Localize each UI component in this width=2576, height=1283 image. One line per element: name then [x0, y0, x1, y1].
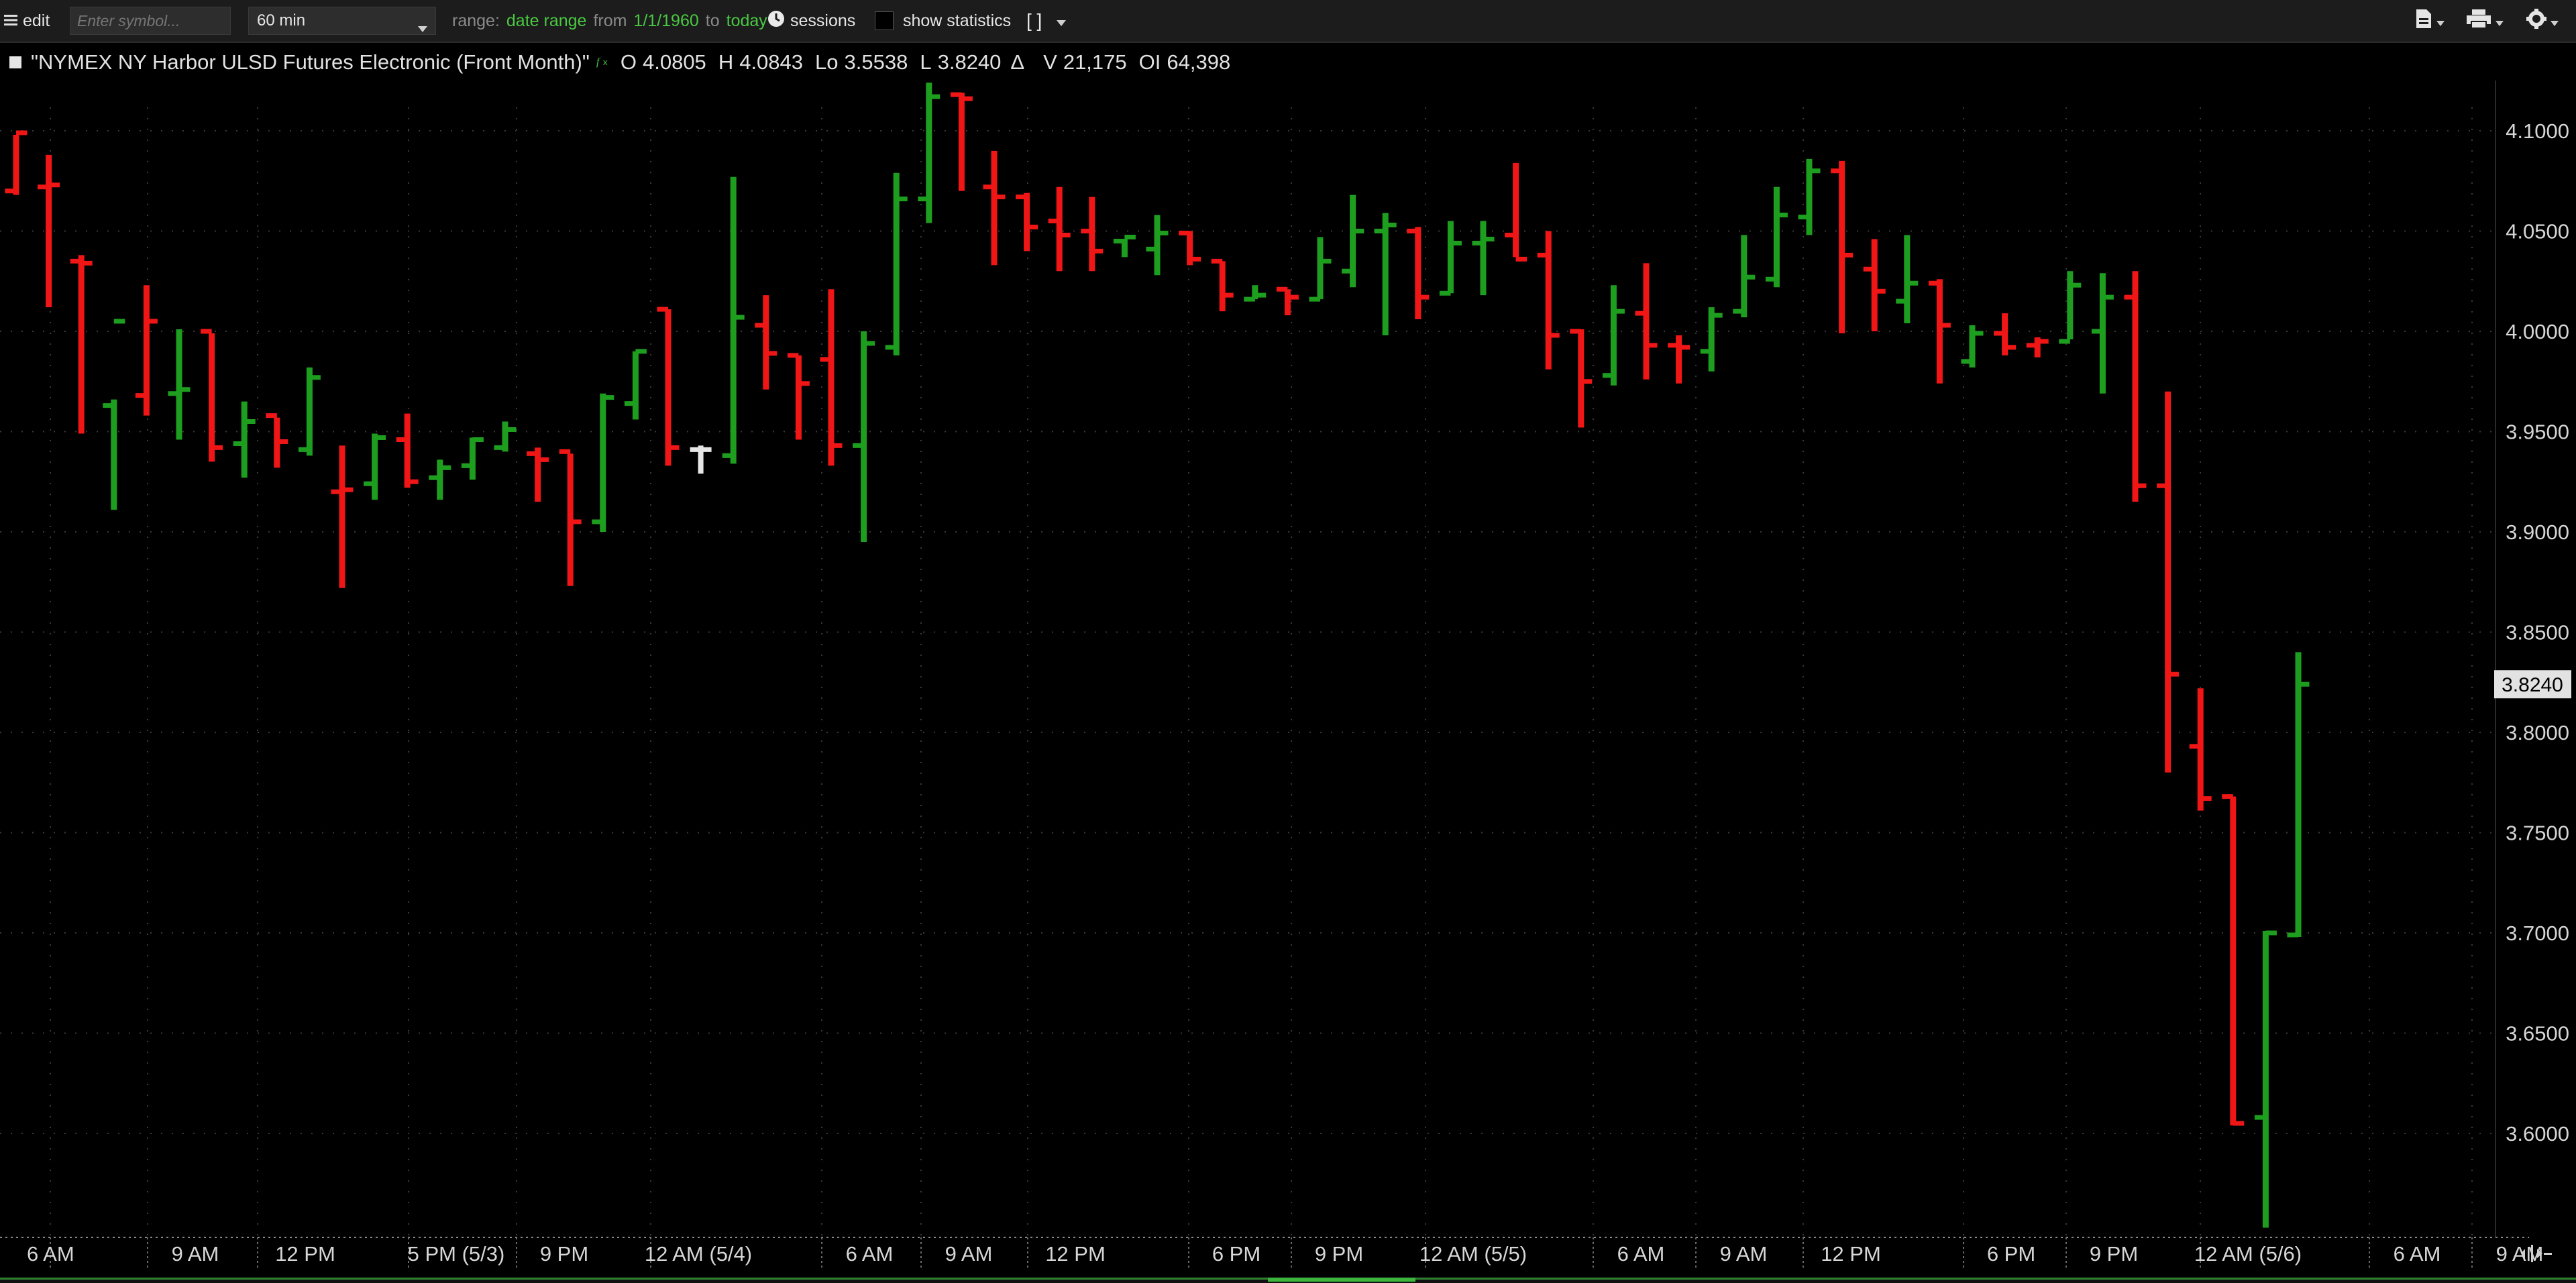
time-axis-label: 9 AM — [945, 1242, 993, 1266]
from-label: from — [593, 11, 627, 30]
price-chart[interactable]: 4.1000 4.0500 4.0000 3.9500 3.9000 3.8500 3.80… — [0, 80, 2576, 1283]
open-value: 4.0805 — [642, 50, 706, 74]
open-label: O — [620, 50, 637, 74]
clock-icon — [767, 10, 785, 32]
export-button[interactable] — [2415, 0, 2445, 42]
show-statistics-label: show statistics — [903, 11, 1012, 30]
price-axis-label: 3.8000 — [2506, 721, 2569, 744]
print-button[interactable] — [2466, 0, 2504, 42]
chart-toolbar: edit 60 min range: date range from 1/1/1… — [0, 0, 2576, 43]
volume-label: V — [1043, 50, 1057, 74]
from-date: 1/1/1960 — [633, 11, 699, 30]
last-value: 3.8240 — [937, 50, 1002, 74]
chevron-down-icon — [1057, 11, 1067, 31]
chevron-down-icon — [2496, 11, 2504, 31]
time-axis-label: 6 AM — [27, 1242, 74, 1266]
last-label: L — [920, 50, 932, 74]
high-label: H — [718, 50, 734, 74]
chevron-down-icon — [2551, 11, 2559, 31]
time-axis-label: 12 PM — [275, 1242, 335, 1266]
svg-text:x: x — [603, 57, 608, 67]
time-axis-label: 6 PM — [1212, 1242, 1260, 1266]
symbol-input[interactable] — [70, 7, 231, 35]
price-axis-label: 4.0000 — [2506, 320, 2569, 343]
time-axis-label: 9 PM — [2090, 1242, 2138, 1266]
price-axis-label: 3.9000 — [2506, 520, 2569, 544]
current-price-label: 3.8240 — [2502, 674, 2563, 696]
time-axis-label: 6 AM — [2394, 1242, 2441, 1266]
sessions-label: sessions — [790, 11, 856, 30]
change-label: Δ — [1010, 50, 1025, 74]
price-axis-label: 3.7500 — [2506, 822, 2569, 845]
time-axis-label: 9 PM — [1315, 1242, 1363, 1266]
range-selector[interactable]: range: date range from 1/1/1960 to today — [452, 0, 767, 42]
sessions-button[interactable]: sessions — [767, 0, 855, 42]
range-type: date range — [506, 11, 587, 30]
price-axis-label: 3.9500 — [2506, 421, 2569, 444]
time-axis-label: 6 AM — [846, 1242, 894, 1266]
time-axis-label: 9 AM — [172, 1242, 219, 1266]
time-axis-label: 12 PM — [1821, 1242, 1881, 1266]
brackets-label: [ ] — [1026, 10, 1042, 31]
time-scrollbar-right — [1415, 1278, 2576, 1280]
symbol-description: "NYMEX NY Harbor ULSD Futures Electronic… — [31, 50, 590, 74]
time-axis-label: 5 PM (5/3) — [408, 1242, 505, 1266]
price-axis-label: 4.0500 — [2506, 220, 2569, 243]
svg-text:f: f — [596, 56, 601, 68]
price-axis-label: 3.6500 — [2506, 1022, 2569, 1046]
low-value: 3.5538 — [844, 50, 908, 74]
aggregation-value: 60 min — [257, 11, 306, 30]
chevron-down-icon — [418, 18, 427, 37]
study-menu-button[interactable]: [ ] — [1026, 0, 1067, 42]
aggregation-select[interactable]: 60 min — [248, 7, 436, 35]
time-axis-label: 9 PM — [540, 1242, 588, 1266]
settings-button[interactable] — [2526, 0, 2559, 42]
show-statistics-toggle[interactable]: show statistics — [875, 0, 1011, 42]
hamburger-icon — [4, 11, 17, 31]
price-axis-label: 3.7000 — [2506, 922, 2569, 945]
time-axis-label: 6 AM — [1617, 1242, 1665, 1266]
edit-menu-label: edit — [23, 11, 50, 30]
time-axis-label: 12 AM (5/5) — [1419, 1242, 1527, 1266]
open-interest-value: 64,398 — [1167, 50, 1231, 74]
to-label: to — [705, 11, 720, 30]
volume-value: 21,175 — [1063, 50, 1127, 74]
time-scrollbar-thumb[interactable] — [1268, 1278, 1415, 1282]
time-axis-label: 12 AM (5/4) — [645, 1242, 752, 1266]
time-axis-label: 9 AM — [1720, 1242, 1768, 1266]
low-label: Lo — [815, 50, 839, 74]
chart-header: "NYMEX NY Harbor ULSD Futures Electronic… — [0, 44, 2482, 80]
symbol-checkbox[interactable] — [9, 56, 21, 68]
time-axis-label: 9 AM — [2496, 1242, 2544, 1266]
time-axis-label: 6 PM — [1987, 1242, 2035, 1266]
show-statistics-checkbox[interactable] — [875, 11, 894, 30]
oi-label: OI — [1138, 50, 1161, 74]
price-axis-label: 4.1000 — [2506, 119, 2569, 143]
time-scrollbar-left — [0, 1278, 1268, 1280]
range-label: range: — [452, 11, 500, 30]
high-value: 4.0843 — [739, 50, 804, 74]
to-date: today — [726, 11, 767, 30]
printer-icon — [2466, 9, 2491, 34]
time-axis-label: 12 PM — [1045, 1242, 1106, 1266]
chevron-down-icon — [2436, 11, 2445, 31]
edit-menu-button[interactable]: edit — [4, 0, 50, 42]
time-axis-label: 12 AM (5/6) — [2194, 1242, 2302, 1266]
study-icon: fx — [596, 50, 614, 74]
price-axis-label: 3.6000 — [2506, 1122, 2569, 1146]
document-icon — [2415, 9, 2432, 34]
gear-icon — [2526, 8, 2546, 34]
price-axis-label: 3.8500 — [2506, 621, 2569, 645]
